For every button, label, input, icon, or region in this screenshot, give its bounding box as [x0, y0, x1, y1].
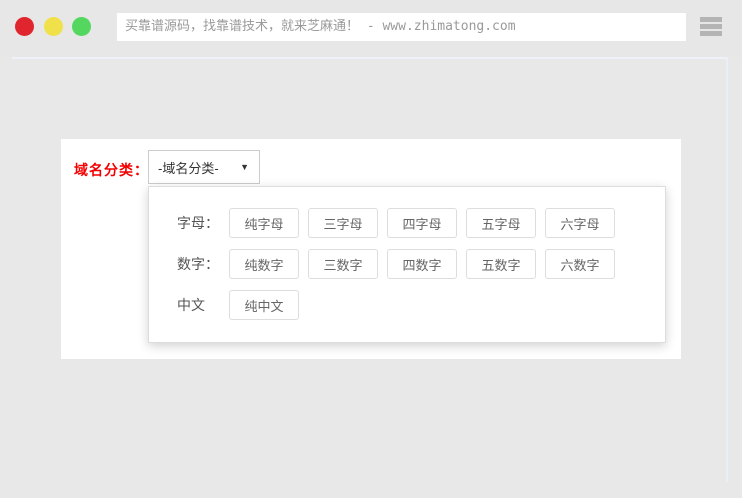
- address-bar[interactable]: 买靠谱源码，找靠谱技术，就来芝麻通！ - www.zhimatong.com: [117, 13, 686, 41]
- zoom-window-icon[interactable]: [72, 17, 91, 36]
- chevron-down-icon: ▼: [240, 161, 249, 172]
- option-button[interactable]: 纯数字: [229, 249, 299, 279]
- hamburger-menu-icon[interactable]: [700, 17, 722, 36]
- browser-top-bar: 买靠谱源码，找靠谱技术，就来芝麻通！ - www.zhimatong.com: [0, 0, 742, 57]
- option-button[interactable]: 四字母: [387, 208, 457, 238]
- category-options: 纯字母 三字母 四字母 五字母 六字母: [229, 208, 624, 238]
- category-row: 字母： 纯字母 三字母 四字母 五字母 六字母: [177, 208, 665, 238]
- domain-category-label: 域名分类：: [74, 162, 149, 178]
- option-button[interactable]: 六数字: [545, 249, 615, 279]
- category-row-label: 字母：: [177, 215, 219, 231]
- domain-category-select[interactable]: -域名分类- ▼: [148, 150, 260, 184]
- select-value: -域名分类-: [158, 160, 219, 176]
- close-window-icon[interactable]: [15, 17, 34, 36]
- option-button[interactable]: 三数字: [308, 249, 378, 279]
- category-options: 纯数字 三数字 四数字 五数字 六数字: [229, 249, 624, 279]
- option-button[interactable]: 纯字母: [229, 208, 299, 238]
- category-options: 纯中文: [229, 290, 308, 320]
- option-button[interactable]: 四数字: [387, 249, 457, 279]
- option-button[interactable]: 三字母: [308, 208, 378, 238]
- domain-filter-card: 域名分类： -域名分类- ▼ 字母： 纯字母 三字母 四字母 五字母 六字母数字： 纯数字三…: [61, 139, 681, 359]
- option-button[interactable]: 纯中文: [229, 290, 299, 320]
- category-row: 数字： 纯数字 三数字 四数字 五数字 六数字: [177, 249, 665, 279]
- option-button[interactable]: 五字母: [466, 208, 536, 238]
- dropdown-rows: 字母： 纯字母 三字母 四字母 五字母 六字母数字： 纯数字 三数字 四数字 五数字 六数字中文 纯中…: [148, 186, 666, 343]
- category-row: 中文 纯中文: [177, 290, 665, 320]
- category-row-label: 中文: [177, 297, 205, 313]
- minimize-window-icon[interactable]: [44, 17, 63, 36]
- option-button[interactable]: 六字母: [545, 208, 615, 238]
- category-row-label: 数字：: [177, 256, 219, 272]
- option-button[interactable]: 五数字: [466, 249, 536, 279]
